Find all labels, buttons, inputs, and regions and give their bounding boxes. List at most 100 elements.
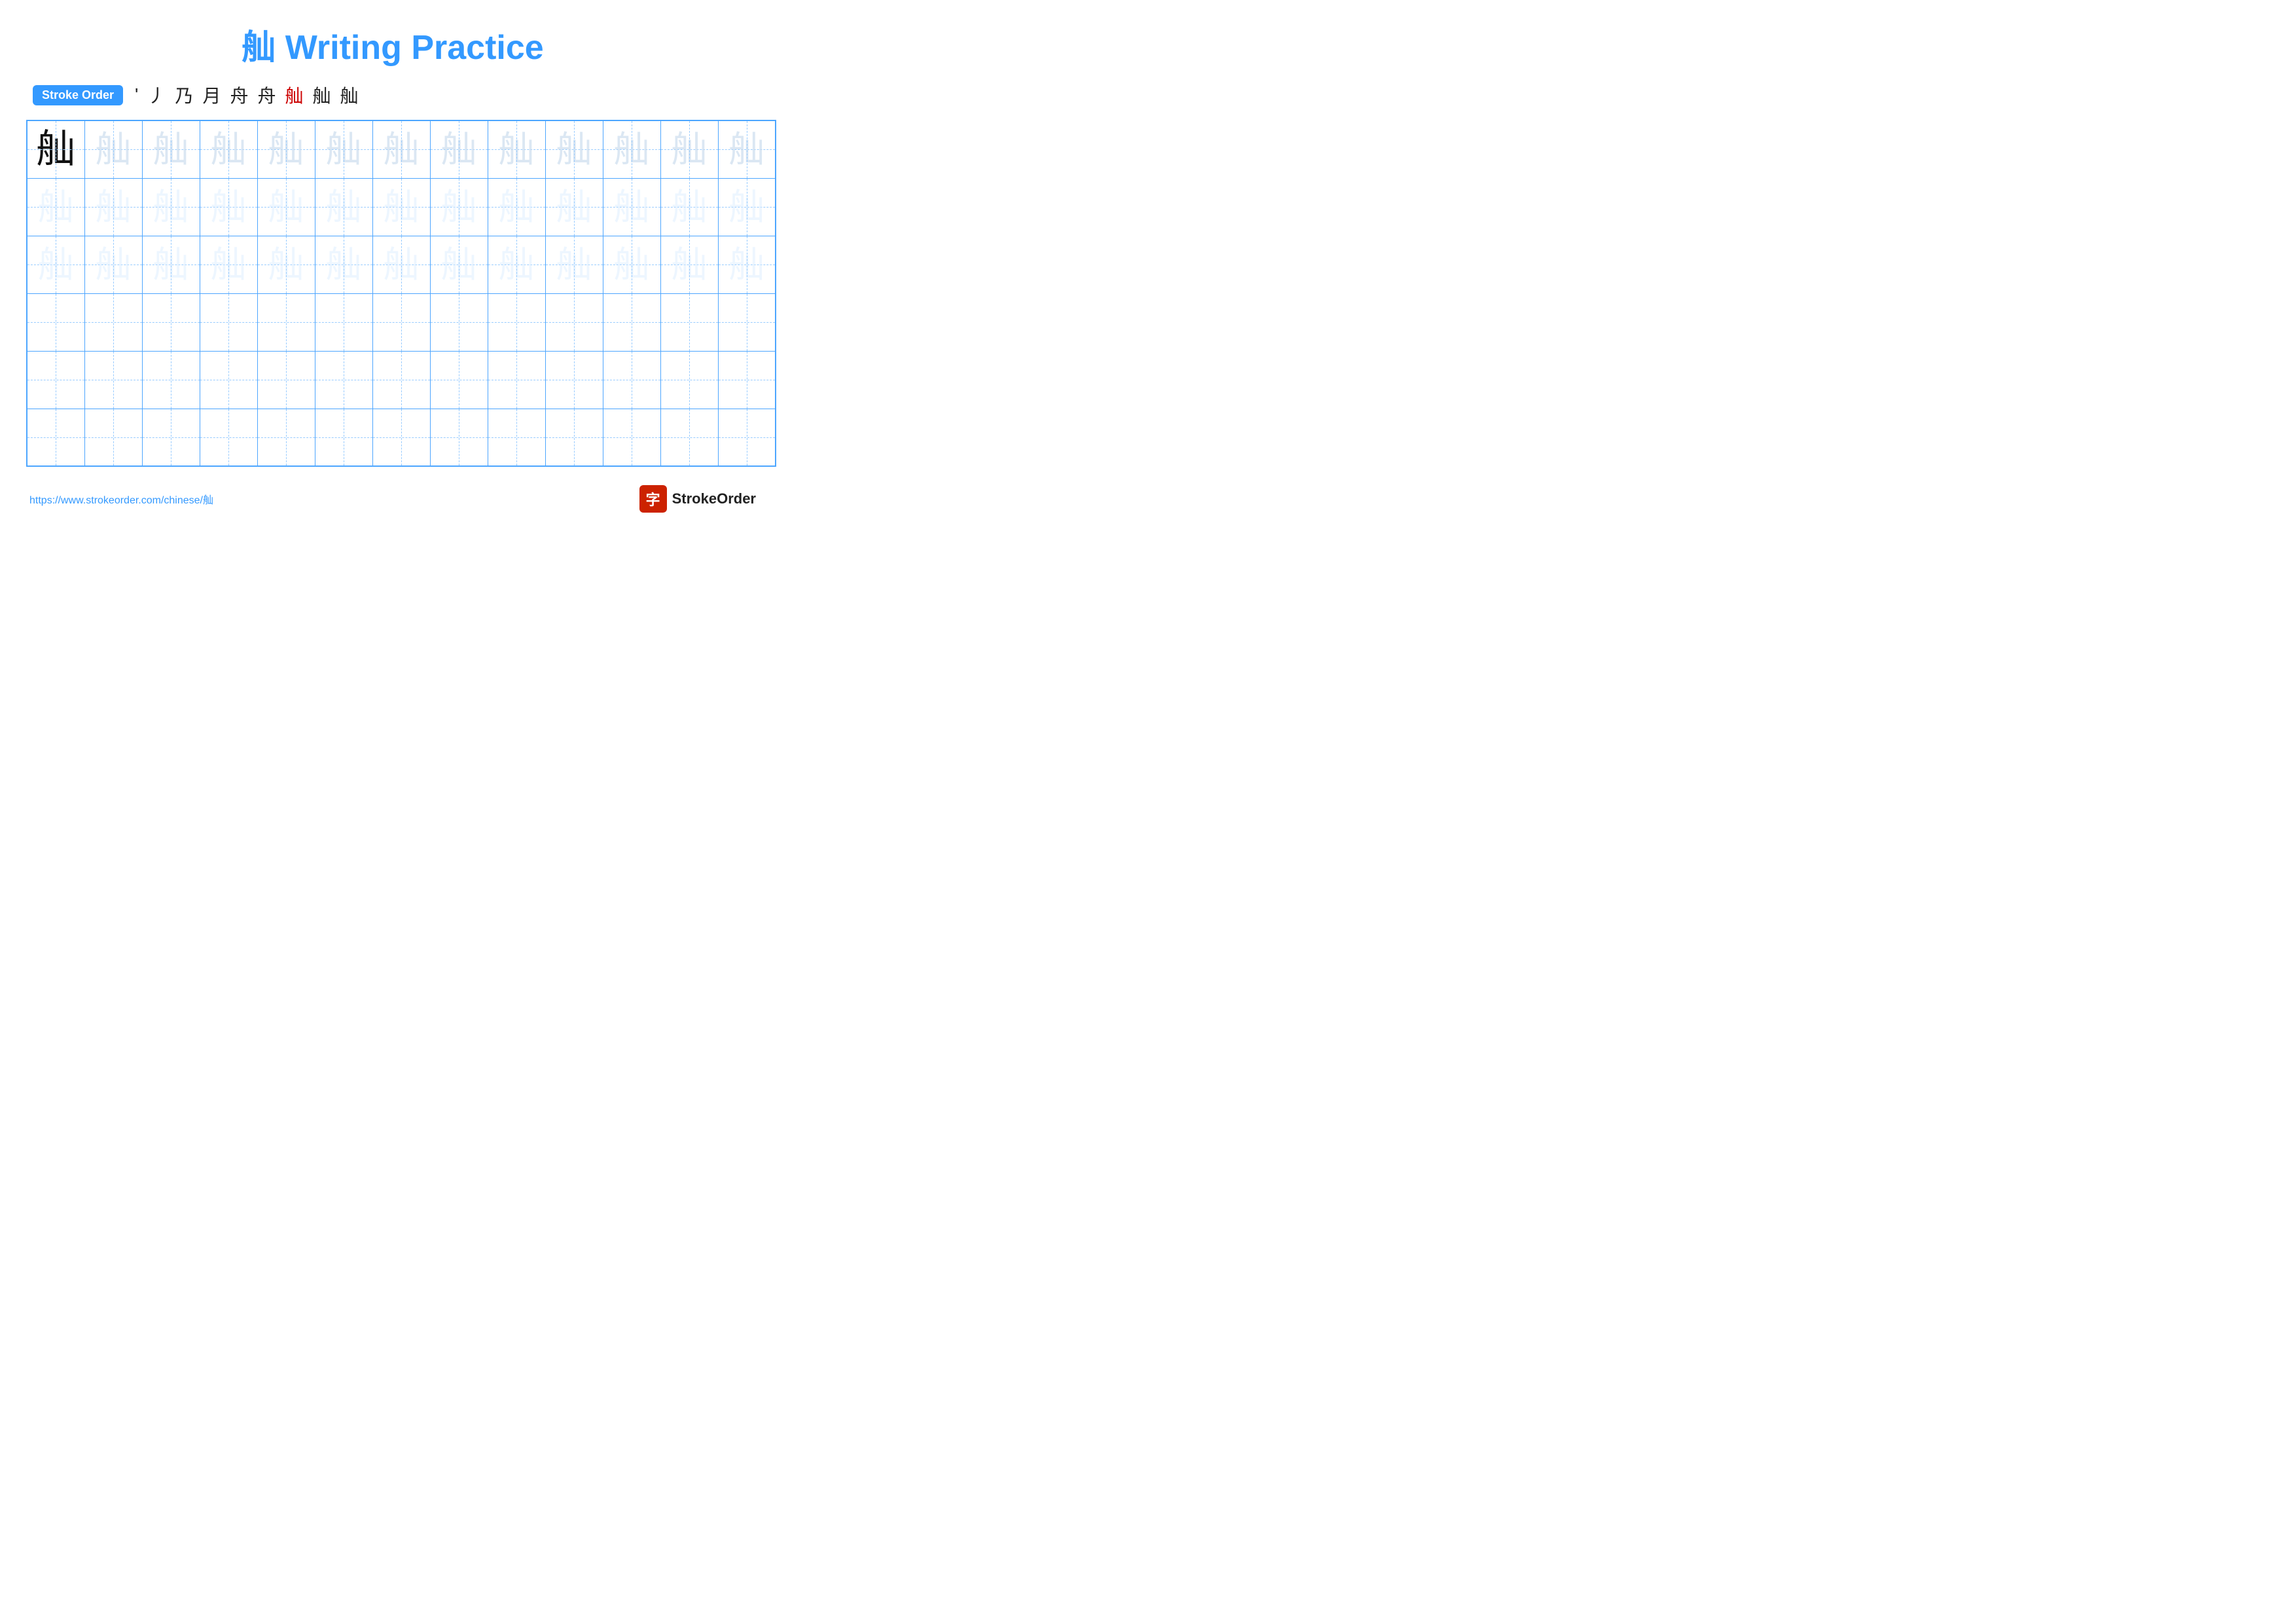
grid-cell-empty[interactable] (257, 351, 315, 409)
grid-cell-empty[interactable] (142, 409, 200, 466)
grid-cell-empty[interactable] (27, 409, 84, 466)
stroke-8: 舢 (313, 82, 331, 108)
grid-cell: 舢 (430, 120, 488, 178)
brand-name: StrokeOrder (672, 490, 756, 507)
table-row-empty (27, 293, 776, 351)
grid-cell-empty[interactable] (488, 351, 545, 409)
grid-cell-empty[interactable] (142, 293, 200, 351)
table-row-empty (27, 409, 776, 466)
grid-cell: 舢 (603, 236, 660, 293)
page-title: 舢 Writing Practice (26, 20, 759, 69)
grid-cell: 舢 (430, 236, 488, 293)
grid-cell: 舢 (315, 120, 372, 178)
grid-cell: 舢 (545, 236, 603, 293)
grid-cell-empty[interactable] (660, 293, 718, 351)
grid-cell-empty[interactable] (660, 351, 718, 409)
grid-cell: 舢 (142, 178, 200, 236)
grid-cell: 舢 (718, 178, 776, 236)
grid-cell: 舢 (430, 178, 488, 236)
grid-cell: 舢 (27, 178, 84, 236)
stroke-order-badge: Stroke Order (33, 85, 123, 105)
grid-cell-empty[interactable] (488, 293, 545, 351)
grid-cell: 舢 (27, 236, 84, 293)
brand-icon: 字 (639, 485, 667, 513)
grid-cell: 舢 (545, 178, 603, 236)
grid-cell: 舢 (660, 178, 718, 236)
table-row-empty (27, 351, 776, 409)
grid-cell-empty[interactable] (372, 409, 430, 466)
grid-cell: 舢 (200, 236, 257, 293)
stroke-4: 月 (202, 82, 221, 108)
grid-cell-empty[interactable] (430, 409, 488, 466)
grid-cell-empty[interactable] (545, 409, 603, 466)
grid-cell: 舢 (488, 120, 545, 178)
grid-cell-empty[interactable] (315, 351, 372, 409)
grid-cell: 舢 (84, 178, 142, 236)
stroke-7: 舢 (285, 82, 303, 108)
grid-cell: 舢 (142, 120, 200, 178)
grid-cell-empty[interactable] (257, 293, 315, 351)
grid-cell-empty[interactable] (545, 351, 603, 409)
grid-cell-empty[interactable] (257, 409, 315, 466)
footer-url[interactable]: https://www.strokeorder.com/chinese/舢 (29, 491, 213, 507)
grid-cell: 舢 (257, 236, 315, 293)
grid-cell-empty[interactable] (430, 293, 488, 351)
grid-cell: 舢 (372, 178, 430, 236)
footer-brand: 字 StrokeOrder (639, 485, 756, 513)
grid-cell-empty[interactable] (84, 351, 142, 409)
grid-cell: 舢 (372, 236, 430, 293)
stroke-6: 舟 (257, 82, 276, 108)
table-row: 舢 舢 舢 舢 舢 舢 舢 舢 舢 舢 舢 舢 舢 (27, 178, 776, 236)
grid-cell: 舢 (660, 236, 718, 293)
stroke-9: 舢 (340, 82, 359, 108)
table-row: 舢 舢 舢 舢 舢 舢 舢 舢 舢 舢 舢 舢 舢 (27, 120, 776, 178)
grid-cell: 舢 (200, 178, 257, 236)
grid-cell: 舢 (200, 120, 257, 178)
footer: https://www.strokeorder.com/chinese/舢 字 … (26, 485, 759, 513)
grid-cell: 舢 (718, 236, 776, 293)
grid-cell-empty[interactable] (315, 293, 372, 351)
grid-cell: 舢 (488, 178, 545, 236)
grid-cell: 舢 (372, 120, 430, 178)
stroke-5: 舟 (230, 82, 248, 108)
grid-cell: 舢 (603, 178, 660, 236)
grid-cell-empty[interactable] (718, 409, 776, 466)
grid-cell: 舢 (718, 120, 776, 178)
grid-cell-empty[interactable] (27, 293, 84, 351)
grid-cell: 舢 (257, 120, 315, 178)
grid-cell: 舢 (142, 236, 200, 293)
grid-cell: 舢 (315, 178, 372, 236)
grid-cell-empty[interactable] (603, 351, 660, 409)
grid-cell: 舢 (660, 120, 718, 178)
grid-cell-dark: 舢 (27, 120, 84, 178)
grid-cell-empty[interactable] (718, 351, 776, 409)
char-dark: 舢 (36, 128, 75, 171)
grid-cell: 舢 (545, 120, 603, 178)
grid-cell-empty[interactable] (27, 351, 84, 409)
table-row: 舢 舢 舢 舢 舢 舢 舢 舢 舢 舢 舢 舢 舢 (27, 236, 776, 293)
grid-cell-empty[interactable] (718, 293, 776, 351)
grid-cell-empty[interactable] (372, 351, 430, 409)
grid-cell: 舢 (488, 236, 545, 293)
stroke-order-row: Stroke Order ' 丿 乃 月 舟 舟 舢 舢 舢 (26, 82, 759, 108)
grid-cell-empty[interactable] (372, 293, 430, 351)
grid-cell: 舢 (84, 120, 142, 178)
stroke-3: 乃 (175, 82, 193, 108)
grid-cell: 舢 (84, 236, 142, 293)
stroke-1: ' (135, 84, 138, 105)
stroke-sequence: ' 丿 乃 月 舟 舟 舢 舢 舢 (135, 82, 358, 108)
grid-cell-empty[interactable] (84, 409, 142, 466)
grid-cell-empty[interactable] (603, 409, 660, 466)
grid-cell: 舢 (315, 236, 372, 293)
grid-cell-empty[interactable] (488, 409, 545, 466)
grid-cell-empty[interactable] (84, 293, 142, 351)
grid-cell-empty[interactable] (660, 409, 718, 466)
grid-cell-empty[interactable] (200, 351, 257, 409)
grid-cell-empty[interactable] (142, 351, 200, 409)
grid-cell-empty[interactable] (603, 293, 660, 351)
grid-cell-empty[interactable] (200, 293, 257, 351)
grid-cell-empty[interactable] (430, 351, 488, 409)
grid-cell-empty[interactable] (200, 409, 257, 466)
grid-cell-empty[interactable] (315, 409, 372, 466)
grid-cell-empty[interactable] (545, 293, 603, 351)
